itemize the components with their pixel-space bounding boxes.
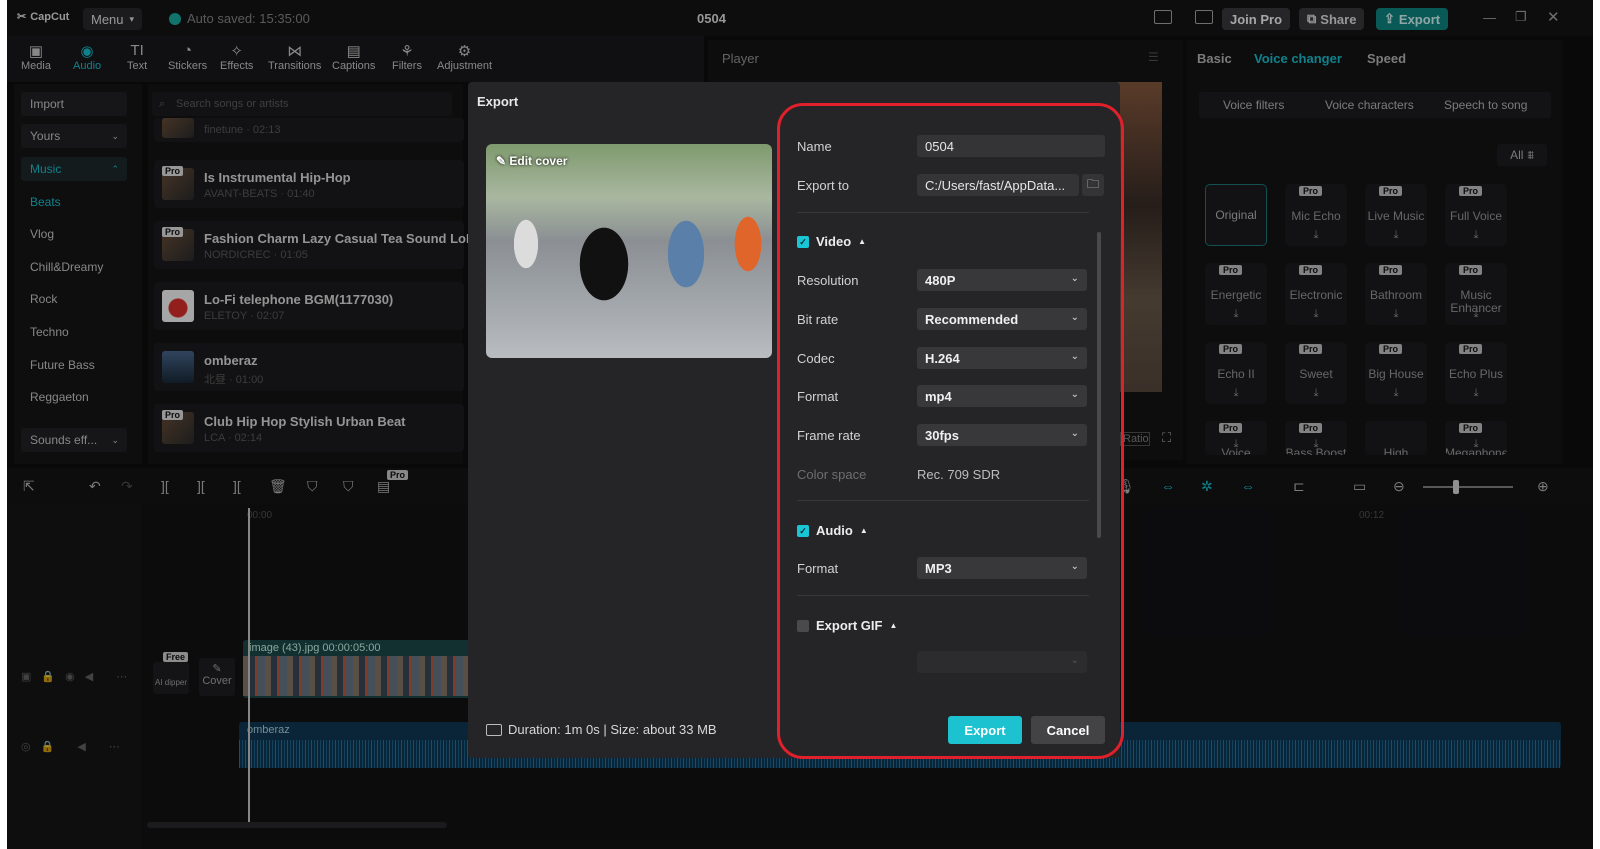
duration-info: Duration: 1m 0s | Size: about 33 MB	[486, 722, 717, 737]
edit-cover-label: Edit cover	[509, 154, 568, 168]
edit-cover-button[interactable]: ✎ Edit cover	[496, 154, 567, 168]
capcut-app: ✂ CapCut Menu ▾ Auto saved: 15:35:00 0504 …	[7, 0, 1593, 849]
film-icon	[486, 723, 502, 736]
dialog-title: Export	[477, 94, 519, 109]
pencil-icon: ✎	[496, 154, 510, 168]
annotation-highlight	[777, 103, 1124, 759]
cover-preview[interactable]: ✎ Edit cover	[486, 144, 772, 358]
duration-text: Duration: 1m 0s | Size: about 33 MB	[508, 722, 717, 737]
